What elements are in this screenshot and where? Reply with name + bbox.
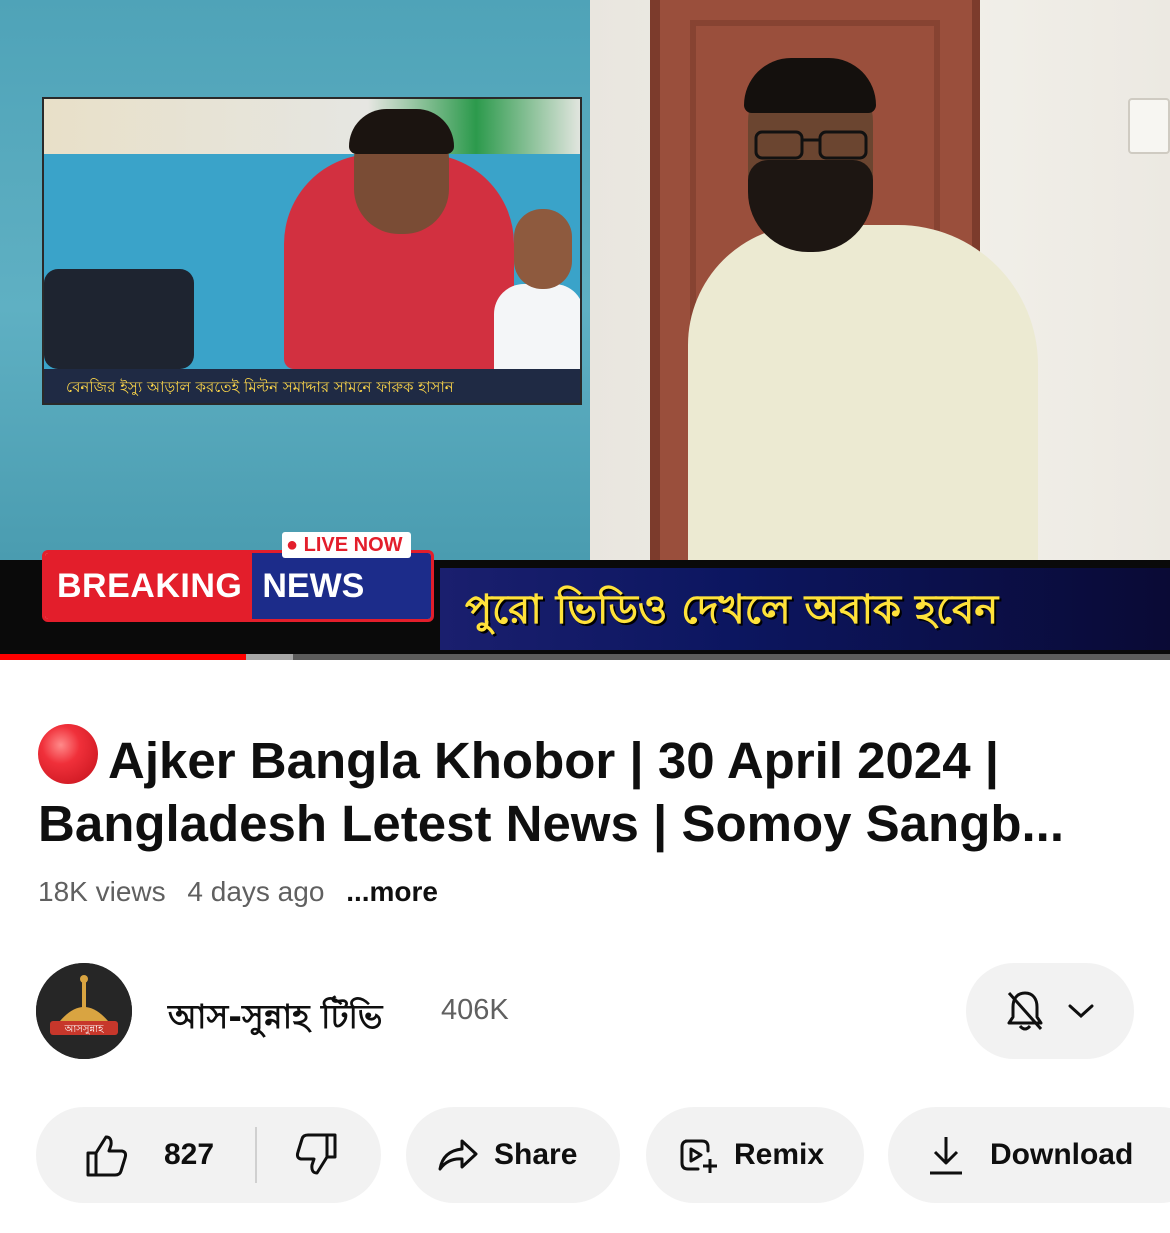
share-label: Share <box>494 1138 578 1171</box>
live-now-label: LIVE NOW <box>303 534 403 556</box>
live-now-badge: ● LIVE NOW <box>282 532 411 558</box>
share-button[interactable]: Share <box>406 1107 620 1203</box>
video-player[interactable]: বেনজির ইস্যু আড়াল করতেই মিল্টন সমাদ্দার… <box>0 0 1170 660</box>
notification-settings-button[interactable] <box>966 963 1134 1059</box>
download-icon <box>930 1137 962 1175</box>
thumbs-down-icon[interactable] <box>293 1131 341 1179</box>
svg-text:আসসুন্নাহ: আসসুন্নাহ <box>64 1024 104 1035</box>
chevron-down-icon <box>1068 1004 1094 1019</box>
breaking-news-badge: BREAKING NEWS <box>42 550 434 622</box>
action-bar: 827 Share Remix Download <box>36 1107 1170 1203</box>
view-count: 18K views <box>38 876 166 907</box>
news-word: NEWS <box>252 553 431 619</box>
red-circle-icon <box>38 724 98 784</box>
news-overlay-text: পুরো ভিডিও দেখলে অবাক হবেন <box>465 587 999 633</box>
like-dislike-pill: 827 <box>36 1107 381 1203</box>
share-arrow-icon <box>438 1139 478 1171</box>
video-inset-frame: বেনজির ইস্যু আড়াল করতেই মিল্টন সমাদ্দার… <box>42 97 582 405</box>
remix-label: Remix <box>734 1138 825 1171</box>
more-link[interactable]: ...more <box>346 876 438 907</box>
video-speaker <box>688 225 1038 560</box>
channel-avatar[interactable]: আসসুন্নাহ <box>36 963 132 1059</box>
breaking-word: BREAKING <box>45 553 253 619</box>
video-title[interactable]: Ajker Bangla Khobor | 30 April 2024 | Ba… <box>38 724 1138 855</box>
thumbs-up-icon[interactable] <box>82 1131 130 1179</box>
bell-off-icon <box>1007 991 1043 1031</box>
upload-age: 4 days ago <box>187 876 325 907</box>
download-button[interactable]: Download <box>888 1107 1170 1203</box>
glasses-graphic <box>754 130 868 160</box>
video-switchboard <box>1128 98 1170 154</box>
channel-name[interactable]: আস-সুন্নাহ টিভি <box>168 991 382 1047</box>
like-divider <box>255 1127 257 1183</box>
remix-button[interactable]: Remix <box>646 1107 864 1203</box>
remix-icon <box>680 1139 717 1173</box>
subscriber-count: 406K <box>441 994 509 1026</box>
inset-caption: বেনজির ইস্যু আড়াল করতেই মিল্টন সমাদ্দার… <box>44 369 580 403</box>
video-title-line2: Bangladesh Letest News | Somoy Sangb... <box>38 795 1065 852</box>
mosque-logo-icon: আসসুন্নাহ <box>36 963 132 1059</box>
like-count[interactable]: 827 <box>164 1138 214 1172</box>
channel-row: আসসুন্নাহ আস-সুন্নাহ টিভি 406K <box>36 963 1136 1059</box>
video-meta[interactable]: 18K views 4 days ago ...more <box>38 876 452 908</box>
video-title-line1: Ajker Bangla Khobor | 30 April 2024 | <box>108 732 1000 789</box>
download-label: Download <box>990 1138 1134 1171</box>
